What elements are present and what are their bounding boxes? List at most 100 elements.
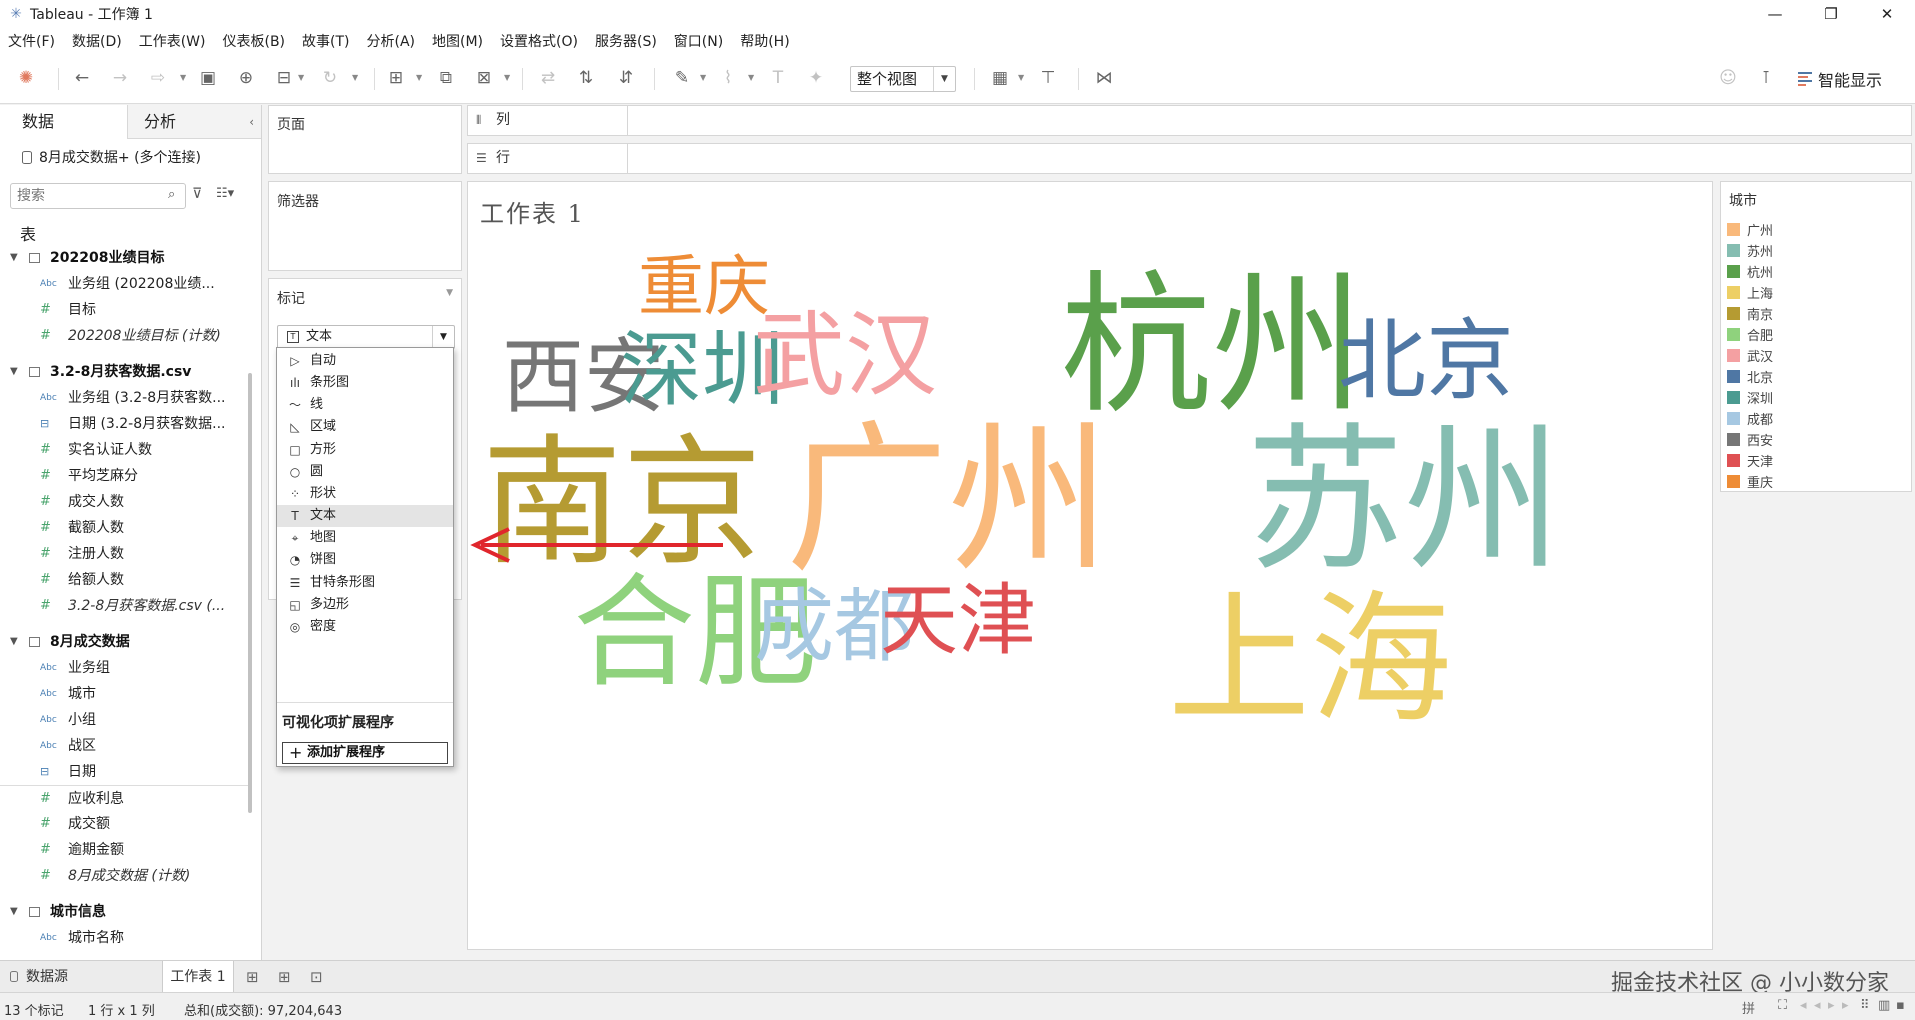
city-word-mark[interactable]: 上海 <box>1168 590 1452 732</box>
menu-format[interactable]: 设置格式(O) <box>500 31 578 51</box>
refresh-icon[interactable]: ↻ <box>318 66 342 90</box>
color-legend[interactable]: 城市 广州 苏州 杭州 上海 南京 合肥 武汉 北京 深圳 成都 西安 天津 重庆 <box>1720 181 1912 492</box>
show-cards-icon[interactable]: ▦ <box>988 66 1012 90</box>
mark-type-option[interactable]: ılı 条形图 <box>277 372 453 394</box>
field-item[interactable]: Abc 城市 <box>0 681 250 707</box>
field-item[interactable]: Abc 业务组 <box>0 655 250 681</box>
mark-type-option[interactable]: ☰ 甘特条形图 <box>277 572 453 594</box>
legend-item[interactable]: 广州 <box>1727 219 1773 240</box>
field-item[interactable]: ⊟ 日期 (3.2-8月获客数据... <box>0 411 250 437</box>
fit-icon[interactable]: ⛶ <box>1778 998 1787 1013</box>
menu-worksheet[interactable]: 工作表(W) <box>139 31 206 51</box>
tableau-public-icon[interactable]: ☺ <box>1716 66 1740 90</box>
city-word-mark[interactable]: 苏州 <box>1246 422 1562 580</box>
mark-type-option[interactable]: □ 方形 <box>277 439 453 461</box>
city-word-mark[interactable]: 广州 <box>786 420 1110 582</box>
worksheet-view[interactable]: 工作表 1 重庆 杭州 西安 深圳 武汉 北京 南京 广州 苏州 合肥 成都 天津 上海 <box>467 181 1713 950</box>
input-method-icon[interactable]: 拼 <box>1742 998 1755 1017</box>
field-item[interactable]: # 逾期金额 <box>0 837 250 863</box>
search-input[interactable] <box>10 183 186 209</box>
caret-down-icon[interactable]: ▼ <box>10 629 18 655</box>
rows-shelf[interactable]: ☰ 行 <box>467 143 1912 174</box>
chevron-down-icon[interactable]: ▼ <box>446 288 453 298</box>
field-item[interactable]: # 应收利息 <box>0 785 250 811</box>
field-item[interactable]: Abc 城市名称 <box>0 925 250 951</box>
field-item[interactable]: # 注册人数 <box>0 541 250 567</box>
pause-updates-icon[interactable]: ⊟ <box>272 66 296 90</box>
table-group[interactable]: ▼ 3.2-8月获客数据.csv <box>0 359 250 385</box>
new-story-icon[interactable]: ⊡ <box>310 968 323 986</box>
table-group[interactable]: ▼ 8月成交数据 <box>0 629 250 655</box>
legend-item[interactable]: 天津 <box>1727 450 1773 471</box>
mark-type-option[interactable]: T 文本 <box>277 505 453 528</box>
legend-item[interactable]: 上海 <box>1727 282 1773 303</box>
field-item[interactable]: Abc 小组 <box>0 707 250 733</box>
tabs-icon[interactable]: ▪ <box>1896 998 1905 1013</box>
tableau-home-icon[interactable]: ✺ <box>14 66 38 90</box>
mark-type-option[interactable]: ◺ 区域 <box>277 416 453 438</box>
view-options-icon[interactable]: ☷▾ <box>216 186 234 201</box>
chevron-down-icon[interactable]: ▼ <box>748 66 754 90</box>
group-members-icon[interactable]: ⌇ <box>716 66 740 90</box>
minimize-button[interactable]: — <box>1747 0 1803 28</box>
sort-descending-icon[interactable]: ⇵ <box>614 66 638 90</box>
view-size-select[interactable]: 整个视图 ▼ <box>850 66 956 92</box>
pin-axes-icon[interactable]: ✦ <box>804 66 828 90</box>
search-icon[interactable]: ⌕ <box>168 187 175 202</box>
mark-type-option[interactable]: ⌖ 地图 <box>277 527 453 549</box>
field-item[interactable]: # 平均芝麻分 <box>0 463 250 489</box>
mark-type-option[interactable]: ⁘ 形状 <box>277 483 453 505</box>
legend-item[interactable]: 成都 <box>1727 408 1773 429</box>
tab-data[interactable]: 数据 <box>0 105 128 139</box>
field-item[interactable]: # 成交额 <box>0 811 250 837</box>
legend-item[interactable]: 北京 <box>1727 366 1773 387</box>
new-worksheet-icon[interactable]: ⊞ <box>384 66 408 90</box>
field-item[interactable]: Abc 业务组 (202208业绩... <box>0 271 250 297</box>
city-word-mark[interactable]: 武汉 <box>753 310 937 402</box>
legend-item[interactable]: 合肥 <box>1727 324 1773 345</box>
menu-map[interactable]: 地图(M) <box>432 31 483 51</box>
legend-item[interactable]: 深圳 <box>1727 387 1773 408</box>
legend-item[interactable]: 苏州 <box>1727 240 1773 261</box>
caret-down-icon[interactable]: ▼ <box>10 359 18 385</box>
chevron-down-icon[interactable]: ▼ <box>416 66 422 90</box>
field-item[interactable]: Abc 战区 <box>0 733 250 759</box>
show-mark-labels-icon[interactable]: T <box>766 66 790 90</box>
chevron-down-icon[interactable]: ▼ <box>1018 66 1024 90</box>
new-dashboard-icon[interactable]: ⊞ <box>278 968 291 986</box>
smart-show-button[interactable]: 智能显示 <box>1798 66 1882 92</box>
add-extension-button[interactable]: + 添加扩展程序 <box>282 742 448 764</box>
legend-item[interactable]: 重庆 <box>1727 471 1773 492</box>
field-item[interactable]: # 实名认证人数 <box>0 437 250 463</box>
field-item[interactable]: # 给额人数 <box>0 567 250 593</box>
pages-card[interactable]: 页面 <box>268 105 462 174</box>
table-group[interactable]: ▼ 城市信息 <box>0 899 250 925</box>
redo-icon[interactable]: → <box>108 66 132 90</box>
clear-sheet-icon[interactable]: ⊠ <box>472 66 496 90</box>
city-word-mark[interactable]: 重庆 <box>638 254 770 320</box>
city-word-mark[interactable]: 北京 <box>1338 317 1514 405</box>
share-icon[interactable]: ⋈ <box>1092 66 1116 90</box>
mark-type-select[interactable]: T 文本 ▼ <box>277 325 455 349</box>
sort-ascending-icon[interactable]: ⇅ <box>574 66 598 90</box>
sheet-sorter-icon[interactable]: ⠿ <box>1860 998 1870 1013</box>
tab-datasource[interactable]: 数据源 <box>0 961 160 993</box>
city-word-mark[interactable]: 天津 <box>880 582 1036 660</box>
undo-icon[interactable]: ← <box>70 66 94 90</box>
highlight-icon[interactable]: ✎ <box>670 66 694 90</box>
caret-down-icon[interactable]: ▼ <box>10 899 18 925</box>
field-item[interactable]: # 截额人数 <box>0 515 250 541</box>
field-item[interactable]: #3.2-8月获客数据.csv (... <box>0 593 250 619</box>
paint-format-icon[interactable]: ⊺ <box>1754 66 1778 90</box>
menu-server[interactable]: 服务器(S) <box>595 31 657 51</box>
data-source-connection[interactable]: 8月成交数据+ (多个连接) <box>22 147 201 167</box>
field-item[interactable]: # 目标 <box>0 297 250 323</box>
save-icon[interactable]: ▣ <box>196 66 220 90</box>
duplicate-sheet-icon[interactable]: ⧉ <box>434 66 458 90</box>
caret-down-icon[interactable]: ▼ <box>10 245 18 271</box>
field-item[interactable]: # 成交人数 <box>0 489 250 515</box>
collapse-pane-icon[interactable]: ‹ <box>249 105 254 139</box>
chevron-down-icon[interactable]: ▼ <box>180 66 186 90</box>
new-data-source-icon[interactable]: ⊕ <box>234 66 258 90</box>
menu-window[interactable]: 窗口(N) <box>674 31 723 51</box>
